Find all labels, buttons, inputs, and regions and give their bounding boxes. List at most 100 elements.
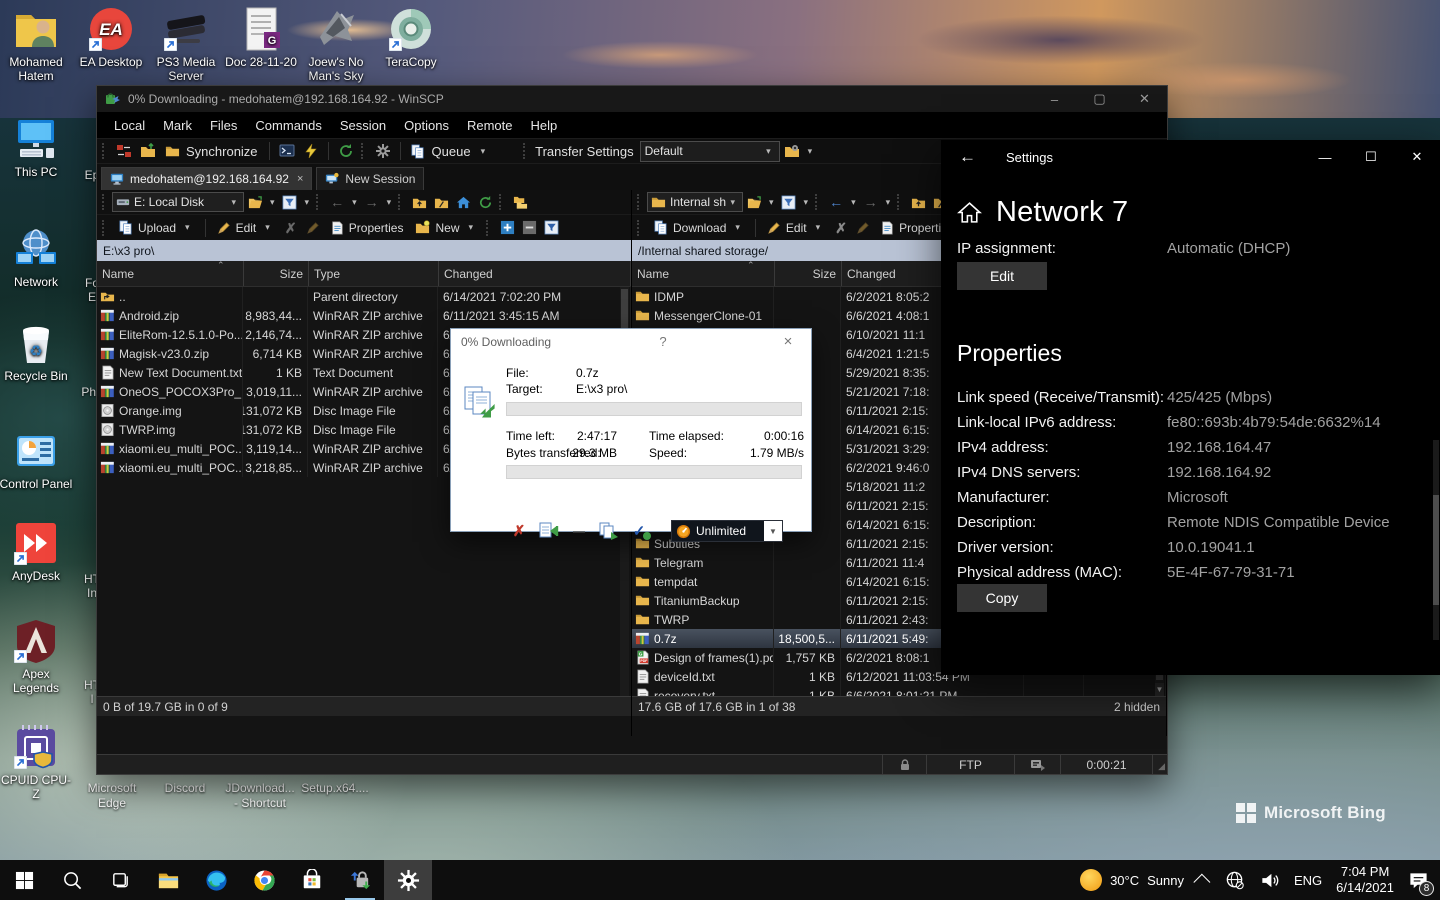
refresh-icon[interactable]	[475, 192, 495, 212]
desktop-icon-cpuid-cpu-z[interactable]: CPUID CPU-Z	[0, 724, 73, 801]
download-button[interactable]: Download ▾	[647, 217, 750, 239]
clock[interactable]: 7:04 PM 6/14/2021	[1329, 860, 1401, 900]
column-header-size[interactable]: Size	[775, 261, 842, 286]
toolbar-grip[interactable]	[316, 194, 322, 210]
preferences-gear-icon[interactable]	[374, 142, 392, 160]
menu-mark[interactable]: Mark	[154, 114, 201, 137]
menu-files[interactable]: Files	[201, 114, 246, 137]
select-filter-icon[interactable]	[541, 218, 561, 238]
parent-directory-icon[interactable]	[409, 192, 429, 212]
edit-button[interactable]: Edit ▾	[761, 217, 830, 239]
synchronize-browsing-icon[interactable]	[115, 142, 133, 160]
network-tray-icon[interactable]	[1217, 860, 1252, 900]
statusbar-lock[interactable]	[883, 755, 927, 774]
home-directory-icon[interactable]	[453, 192, 473, 212]
settings-scrollbar[interactable]	[1433, 440, 1439, 640]
queue-button[interactable]: Queue	[432, 144, 471, 159]
desktop-icon-anydesk[interactable]: AnyDesk	[0, 520, 73, 583]
desktop-icon-teracopy[interactable]: TeraCopy	[374, 6, 448, 83]
filter-caret[interactable]: ▾	[305, 197, 310, 208]
statusbar-protocol[interactable]: FTP	[927, 755, 1015, 774]
transfer-options-caret[interactable]: ▾	[808, 146, 813, 157]
desktop-icon-ea-desktop[interactable]: EAEA Desktop	[74, 6, 148, 83]
file-explorer-button[interactable]	[144, 860, 192, 900]
settings-titlebar[interactable]: ← Settings — ☐ ✕	[941, 140, 1440, 174]
resize-grip[interactable]: ◢	[1153, 755, 1167, 774]
transfer-settings-caret[interactable]: ▾	[766, 146, 771, 157]
start-button[interactable]	[0, 860, 48, 900]
toolbar-grip[interactable]	[361, 143, 367, 159]
transfer-settings-combo[interactable]: Default ▾	[640, 141, 780, 162]
transfer-settings-icon[interactable]	[599, 522, 619, 540]
settings-minimize-button[interactable]: —	[1302, 140, 1348, 174]
delete-icon[interactable]: ✗	[831, 218, 851, 238]
speed-limit-caret[interactable]: ▼	[764, 521, 782, 541]
desktop-icon-label[interactable]: Microsoft Edge	[74, 781, 150, 811]
remote-drive-combo[interactable]: Internal sh ▾	[647, 192, 743, 212]
store-button[interactable]	[288, 860, 336, 900]
dialog-close-button[interactable]: ×	[775, 333, 801, 350]
edit-button[interactable]: Edit	[957, 262, 1047, 290]
desktop-icon-label[interactable]: Discord	[147, 781, 223, 796]
cancel-icon[interactable]: ✗	[509, 522, 529, 540]
settings-close-button[interactable]: ✕	[1394, 140, 1440, 174]
toolbar-grip[interactable]	[523, 143, 529, 159]
column-header-changed[interactable]: Changed	[439, 261, 631, 286]
column-header-type[interactable]: Type	[309, 261, 439, 286]
winscp-maximize-button[interactable]: ▢	[1077, 86, 1122, 112]
desktop-icon-apex-legends[interactable]: Apex Legends	[0, 618, 73, 695]
remote-drive-caret[interactable]: ▾	[730, 197, 735, 208]
edit-button[interactable]: Edit ▾	[211, 217, 280, 239]
ok-icon[interactable]: ✓	[629, 522, 649, 540]
settings-taskbar-button[interactable]	[384, 860, 432, 900]
transfer-options-icon[interactable]	[783, 142, 801, 160]
language-indicator[interactable]: ENG	[1287, 860, 1329, 900]
menu-remote[interactable]: Remote	[458, 114, 522, 137]
back-icon[interactable]: ←	[327, 192, 347, 212]
desktop-icon-doc-28-11-20[interactable]: GDoc 28-11-20	[224, 6, 298, 83]
toolbar-grip[interactable]	[102, 143, 108, 159]
download-caret[interactable]: ▾	[735, 222, 740, 233]
desktop-icon-network[interactable]: Network	[0, 226, 73, 289]
command-icon[interactable]	[302, 142, 320, 160]
local-path-bar[interactable]: E:\x3 pro\	[97, 240, 631, 261]
session-tab[interactable]: medohatem@192.168.164.92 ×	[101, 167, 312, 190]
back-caret[interactable]: ▾	[851, 197, 856, 208]
chrome-button[interactable]	[240, 860, 288, 900]
speed-limit-combo[interactable]: Unlimited ▼	[671, 520, 783, 542]
file-row[interactable]: Android.zip8,983,44...WinRAR ZIP archive…	[97, 306, 631, 325]
back-icon[interactable]: ←	[826, 192, 846, 212]
back-arrow-icon[interactable]: ←	[959, 147, 976, 167]
toolbar-grip[interactable]	[637, 194, 643, 210]
upload-caret[interactable]: ▾	[185, 222, 190, 233]
select-plus-icon[interactable]	[497, 218, 517, 238]
search-button[interactable]	[48, 860, 96, 900]
file-row[interactable]: ..Parent directory6/14/2021 7:02:20 PM	[97, 287, 631, 306]
open-directory-icon[interactable]	[744, 192, 764, 212]
edit-caret[interactable]: ▾	[265, 222, 270, 233]
winscp-close-button[interactable]: ✕	[1122, 86, 1167, 112]
menu-commands[interactable]: Commands	[246, 114, 330, 137]
copy-button[interactable]: Copy	[957, 584, 1047, 612]
local-drive-combo[interactable]: E: Local Disk ▾	[112, 192, 244, 212]
local-drive-caret[interactable]: ▾	[231, 197, 236, 208]
root-directory-icon[interactable]	[431, 192, 451, 212]
queue-icon[interactable]	[409, 142, 427, 160]
action-center-button[interactable]: 8	[1401, 860, 1436, 900]
desktop-icon-recycle-bin[interactable]: ♻Recycle Bin	[0, 320, 73, 383]
new-session-tab[interactable]: New Session	[316, 167, 424, 190]
volume-tray-icon[interactable]	[1252, 860, 1287, 900]
synchronize-folder-icon[interactable]	[163, 142, 181, 160]
filter-caret[interactable]: ▾	[804, 197, 809, 208]
session-tab-close-icon[interactable]: ×	[297, 173, 303, 185]
task-view-button[interactable]	[96, 860, 144, 900]
open-directory-icon[interactable]	[245, 192, 265, 212]
console-icon[interactable]	[278, 142, 296, 160]
winscp-titlebar[interactable]: 0% Downloading - medohatem@192.168.164.9…	[97, 86, 1167, 112]
toolbar-grip[interactable]	[102, 220, 108, 236]
edit-caret[interactable]: ▾	[816, 222, 821, 233]
settings-maximize-button[interactable]: ☐	[1348, 140, 1394, 174]
open-directory-caret[interactable]: ▾	[769, 197, 774, 208]
desktop-icon-label[interactable]: JDownload... - Shortcut	[222, 781, 298, 811]
winscp-taskbar-button[interactable]	[336, 860, 384, 900]
